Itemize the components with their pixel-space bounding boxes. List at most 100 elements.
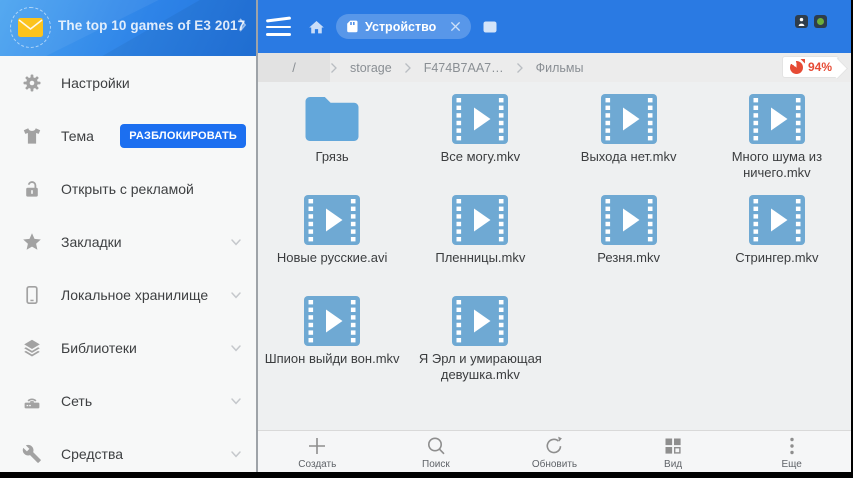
breadcrumb-segment[interactable]: F474B7AA7…: [412, 53, 516, 82]
promo-banner[interactable]: The top 10 games of E3 2017: [0, 0, 256, 56]
file-item[interactable]: Много шума из ничего.mkv: [703, 82, 851, 183]
create-button[interactable]: Создать: [258, 431, 377, 472]
file-name: Пленницы.mkv: [435, 250, 525, 266]
video-file-icon: [452, 296, 508, 346]
storage-usage-badge[interactable]: 94%: [782, 56, 839, 78]
top-bar: Устройство: [258, 0, 851, 53]
chevron-down-icon: [229, 235, 243, 249]
record-dot-icon: [814, 15, 827, 28]
folder-icon: [303, 94, 361, 144]
video-file-icon: [749, 195, 805, 245]
promo-badge-circle: [10, 7, 51, 48]
video-file-icon: [452, 94, 508, 144]
file-name: Стрингер.mkv: [735, 250, 818, 266]
pie-chart-icon: [790, 61, 803, 74]
phone-icon: [22, 285, 42, 305]
sidebar-item-settings[interactable]: Настройки: [0, 56, 256, 109]
screen-edge-bottom: [0, 472, 853, 478]
video-file-icon: [304, 195, 360, 245]
breadcrumb-root[interactable]: /: [258, 53, 330, 82]
sidebar-item-label: Закладки: [61, 234, 122, 250]
home-icon[interactable]: [308, 19, 325, 35]
file-name: Грязь: [316, 149, 349, 165]
sidebar-item-label: Сеть: [61, 393, 92, 409]
breadcrumb-separator-icon: [404, 53, 412, 82]
network-icon: [22, 391, 42, 411]
file-item[interactable]: Выхода нет.mkv: [555, 82, 703, 183]
toolbar-label: Поиск: [422, 459, 450, 470]
theme-unlock-button[interactable]: РАЗБЛОКИРОВАТЬ: [120, 124, 246, 148]
file-name: Выхода нет.mkv: [581, 149, 677, 165]
breadcrumb-separator-icon: [516, 53, 524, 82]
close-icon[interactable]: [450, 21, 461, 32]
sidebar-menu: Настройки Тема РАЗБЛОКИРОВАТЬ Открыть с …: [0, 56, 256, 480]
main-panel: Устройство / storage F474B7AA7… Ф: [258, 0, 851, 472]
sidebar-item-network[interactable]: Сеть: [0, 374, 256, 427]
toolbar-label: Еще: [781, 459, 801, 470]
chevron-down-icon: [229, 288, 243, 302]
sidebar: The top 10 games of E3 2017 Настройки Те…: [0, 0, 256, 472]
breadcrumb: / storage F474B7AA7… Фильмы 94%: [258, 53, 851, 82]
sidebar-item-local-storage[interactable]: Локальное хранилище: [0, 268, 256, 321]
chevron-right-icon: [238, 17, 247, 38]
sidebar-item-label: Настройки: [61, 75, 130, 91]
bottom-toolbar: Создать Поиск Обновить Вид Еще: [258, 430, 851, 472]
file-item[interactable]: Резня.mkv: [555, 183, 703, 284]
file-name: Новые русские.avi: [277, 250, 388, 266]
sidebar-item-theme[interactable]: Тема РАЗБЛОКИРОВАТЬ: [0, 109, 256, 162]
chevron-down-icon: [229, 394, 243, 408]
unlock-icon: [22, 179, 42, 199]
status-overlay: [795, 15, 827, 28]
sidebar-item-libraries[interactable]: Библиотеки: [0, 321, 256, 374]
more-button[interactable]: Еще: [732, 431, 851, 472]
wrench-icon: [22, 444, 42, 464]
toolbar-label: Вид: [664, 459, 682, 470]
file-item[interactable]: Стрингер.mkv: [703, 183, 851, 284]
refresh-button[interactable]: Обновить: [495, 431, 614, 472]
star-icon: [22, 232, 42, 252]
menu-icon[interactable]: [266, 17, 292, 36]
file-grid: Грязь Все могу.mkv Выхода нет.mkv Много …: [258, 82, 851, 430]
file-item[interactable]: Новые русские.avi: [258, 183, 406, 284]
file-name: Резня.mkv: [597, 250, 660, 266]
file-item[interactable]: Пленницы.mkv: [406, 183, 554, 284]
sidebar-item-label: Тема: [61, 128, 94, 144]
status-overlay-icon: [795, 15, 808, 28]
view-grid-icon: [662, 435, 684, 457]
sidebar-item-label: Средства: [61, 446, 123, 462]
video-file-icon: [749, 94, 805, 144]
search-button[interactable]: Поиск: [377, 431, 496, 472]
more-icon: [781, 435, 803, 457]
tab-device[interactable]: Устройство: [336, 14, 471, 39]
sidebar-item-label: Локальное хранилище: [61, 287, 208, 303]
file-item[interactable]: Я Эрл и умирающая девушка.mkv: [406, 284, 554, 385]
sidebar-item-open-with-ads[interactable]: Открыть с рекламой: [0, 162, 256, 215]
breadcrumb-segment[interactable]: storage: [338, 53, 404, 82]
file-item[interactable]: Шпион выйди вон.mkv: [258, 284, 406, 385]
layers-icon: [22, 338, 42, 358]
gear-icon: [22, 73, 42, 93]
toolbar-label: Создать: [298, 459, 336, 470]
breadcrumb-separator-icon: [330, 53, 338, 82]
refresh-icon: [543, 435, 565, 457]
breadcrumb-segment[interactable]: Фильмы: [524, 53, 596, 82]
video-file-icon: [601, 94, 657, 144]
view-button[interactable]: Вид: [614, 431, 733, 472]
file-item[interactable]: Все могу.mkv: [406, 82, 554, 183]
folder-item[interactable]: Грязь: [258, 82, 406, 183]
toolbar-label: Обновить: [532, 459, 577, 470]
search-icon: [425, 435, 447, 457]
app-window: The top 10 games of E3 2017 Настройки Те…: [0, 0, 853, 480]
window-icon[interactable]: [483, 20, 497, 33]
video-file-icon: [601, 195, 657, 245]
chevron-down-icon: [229, 447, 243, 461]
tab-label: Устройство: [365, 20, 436, 34]
plus-icon: [306, 435, 328, 457]
file-name: Много шума из ничего.mkv: [708, 149, 846, 182]
sidebar-item-bookmarks[interactable]: Закладки: [0, 215, 256, 268]
sidebar-item-label: Открыть с рекламой: [61, 181, 194, 197]
tshirt-icon: [22, 126, 42, 146]
video-file-icon: [304, 296, 360, 346]
device-icon: [345, 20, 359, 33]
storage-usage-value: 94%: [808, 60, 832, 74]
